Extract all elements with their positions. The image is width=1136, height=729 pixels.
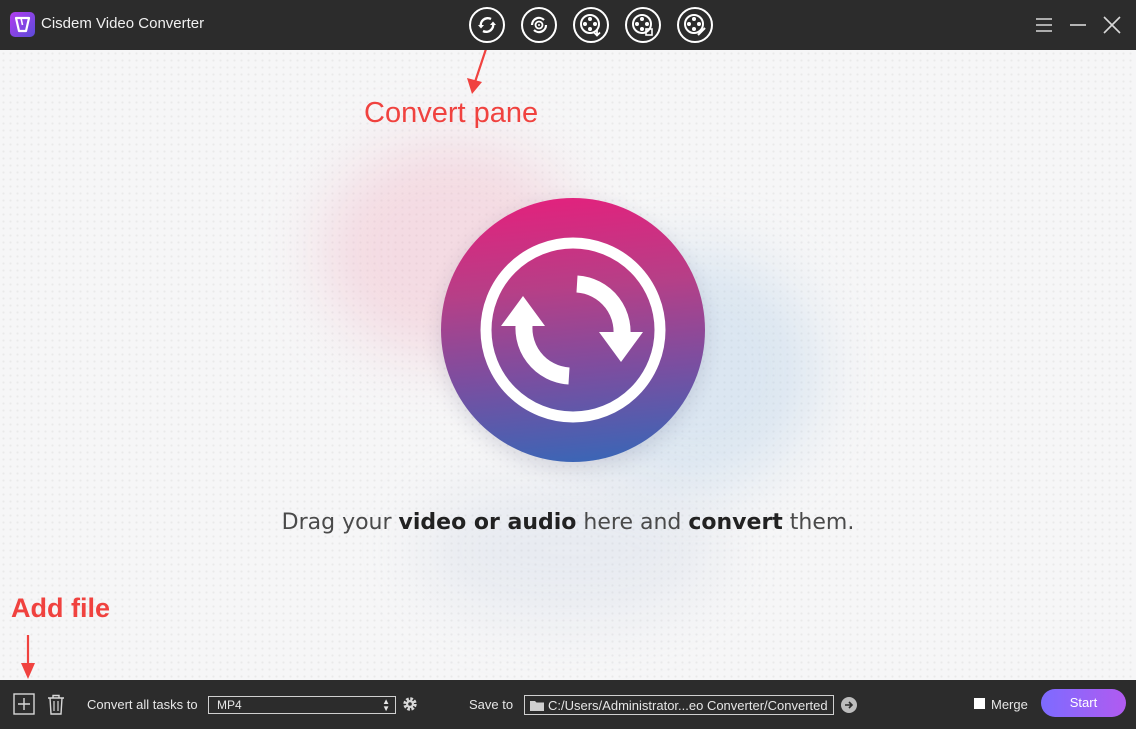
annotation-convert-pane: Convert pane — [364, 97, 539, 129]
arrow-right-circle-icon — [841, 697, 857, 713]
rip-dvd-icon — [530, 16, 548, 34]
gear-icon — [403, 697, 417, 711]
close-icon — [1103, 16, 1121, 34]
merge-checkbox[interactable] — [974, 698, 985, 709]
compress-icon — [632, 14, 653, 36]
merge-label: Merge — [991, 697, 1028, 712]
app-logo-icon — [10, 12, 35, 37]
close-button[interactable] — [1099, 12, 1125, 38]
title-bar: Cisdem Video Converter — [0, 0, 1136, 50]
convert-disc-icon — [441, 198, 705, 462]
start-button[interactable]: Start — [1041, 689, 1126, 717]
bottom-toolbar: Convert all tasks to MP4 ▲ ▼ Save to C:/U… — [0, 680, 1136, 729]
output-format-value: MP4 — [217, 698, 242, 712]
output-format-select[interactable]: MP4 ▲ ▼ — [208, 696, 396, 714]
drop-instructions: Drag your video or audio here and conver… — [0, 510, 1136, 535]
format-settings-button[interactable] — [401, 695, 419, 713]
menu-button[interactable] — [1031, 12, 1057, 38]
save-to-label: Save to — [469, 697, 514, 712]
annotation-arrow-add — [21, 635, 35, 679]
annotation-arrow-convert — [467, 50, 487, 94]
folder-icon — [530, 701, 544, 711]
edit-video-button[interactable] — [677, 7, 713, 43]
minimize-icon — [1070, 24, 1086, 26]
save-path-text: C:/Users/Administrator...eo Converter/Co… — [548, 698, 828, 713]
minimize-button[interactable] — [1065, 12, 1091, 38]
trash-icon — [48, 694, 64, 715]
tagline-text-1: Drag your — [281, 510, 399, 535]
tagline-bold-2: convert — [688, 510, 783, 535]
add-file-icon — [13, 693, 35, 715]
download-button[interactable] — [573, 7, 609, 43]
add-file-button[interactable] — [13, 693, 35, 715]
tagline-text-3: them. — [782, 510, 855, 535]
app-title: Cisdem Video Converter — [41, 15, 205, 32]
edit-video-icon — [684, 14, 706, 36]
annotation-add-file: Add file — [11, 593, 110, 623]
download-icon — [580, 14, 601, 37]
compress-button[interactable] — [625, 7, 661, 43]
tagline-bold-1: video or audio — [398, 510, 577, 535]
open-folder-button[interactable] — [840, 696, 858, 714]
rip-dvd-button[interactable] — [521, 7, 557, 43]
background-wash-bottom — [420, 480, 720, 620]
convert-all-label: Convert all tasks to — [87, 697, 198, 712]
select-arrows-icon: ▲ ▼ — [382, 697, 390, 713]
save-path-field[interactable]: C:/Users/Administrator...eo Converter/Co… — [524, 695, 834, 715]
menu-icon — [1036, 18, 1052, 32]
convert-mode-icon — [478, 17, 496, 33]
tagline-text-2: here and — [576, 510, 689, 535]
convert-mode-button[interactable] — [469, 7, 505, 43]
drop-zone[interactable]: Drag your video or audio here and conver… — [0, 50, 1136, 680]
delete-button[interactable] — [45, 693, 67, 715]
